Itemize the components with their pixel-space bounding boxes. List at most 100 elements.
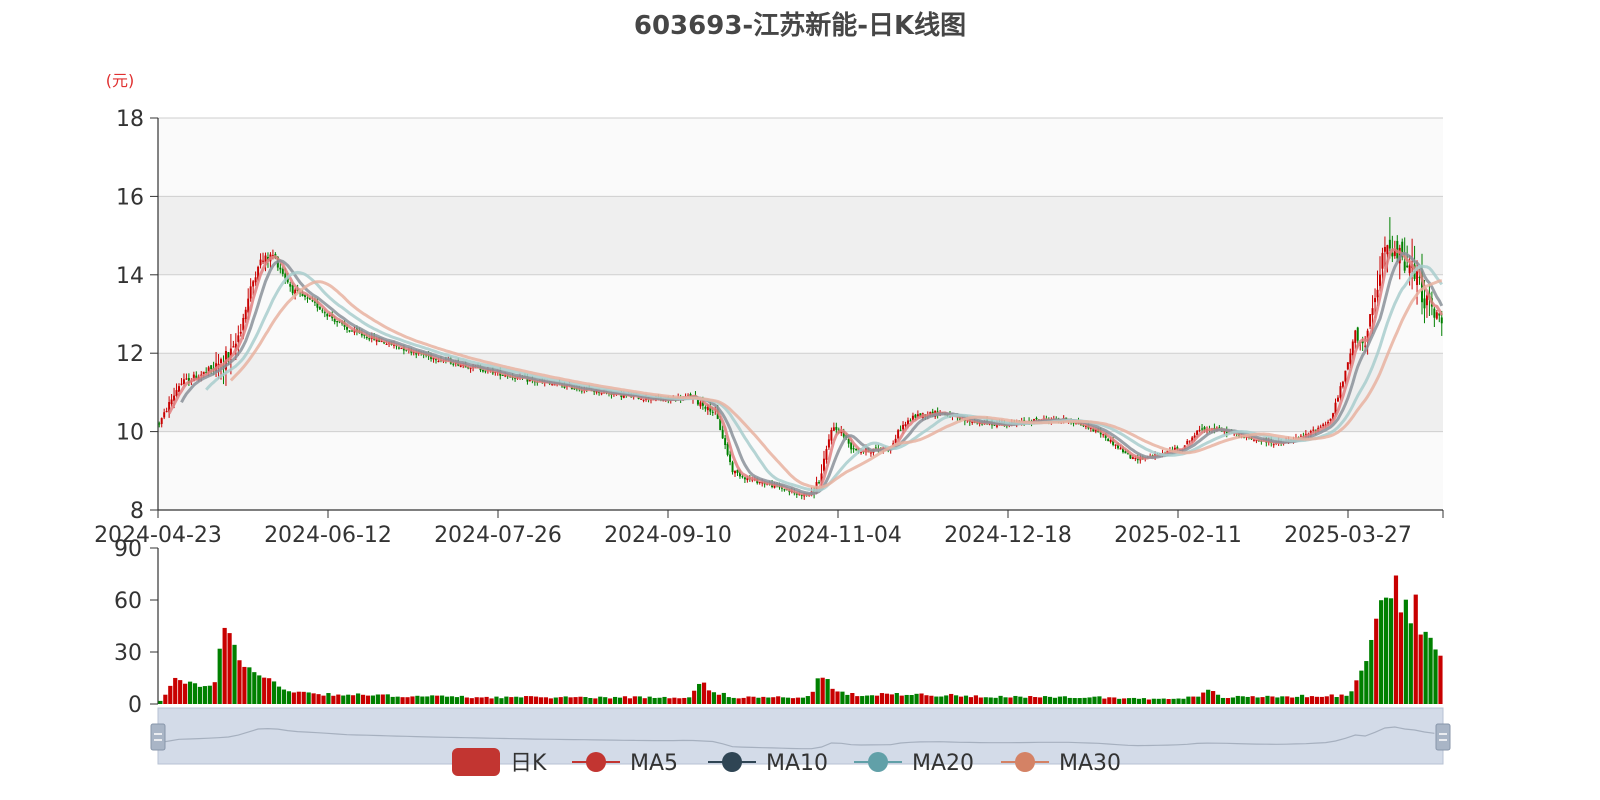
candle-body <box>385 344 388 346</box>
kline-chart: 603693-江苏新能-日K线图 (元) 81012141618 2024-04… <box>94 10 1451 776</box>
volume-bar <box>321 695 326 704</box>
volume-bar <box>904 694 909 704</box>
candle-body <box>306 297 309 299</box>
price-tick-label: 12 <box>116 342 144 367</box>
volume-bar <box>1171 698 1176 704</box>
volume-bar <box>217 648 222 704</box>
volume-bar <box>563 696 568 704</box>
volume-bar <box>1235 695 1240 704</box>
volume-bar <box>1047 696 1053 704</box>
candle-body <box>326 313 329 317</box>
price-axis: 8 10 12 14 16 18 <box>116 107 159 524</box>
legend-marker-icon <box>586 752 606 772</box>
candle-body <box>237 335 240 342</box>
volume-bar <box>716 694 721 704</box>
volume-bar <box>1383 597 1389 704</box>
candle-body <box>1425 295 1428 306</box>
slider-handle <box>1435 723 1451 751</box>
volume-bar <box>1013 695 1018 704</box>
candle-body <box>244 309 247 320</box>
price-tick-label: 18 <box>116 107 144 132</box>
legend-marker-icon <box>868 752 888 772</box>
volume-bar <box>237 660 242 704</box>
volume-bar <box>1403 599 1408 704</box>
candle-body <box>1440 317 1443 324</box>
candle-body <box>1272 444 1275 446</box>
candle-body <box>262 260 265 262</box>
volume-bar <box>351 695 356 704</box>
volume-bar <box>262 677 267 704</box>
candle-body <box>210 365 213 370</box>
candle-body <box>830 429 833 441</box>
volume-bar <box>1196 696 1201 704</box>
volume-bar <box>1364 661 1369 704</box>
volume-bar <box>504 696 509 704</box>
volume-bar <box>825 679 830 704</box>
volume-bar <box>1166 699 1171 704</box>
candle-body <box>726 443 729 455</box>
candle-body <box>721 429 724 439</box>
legend-marker-icon <box>722 752 742 772</box>
volume-bar <box>410 696 415 704</box>
volume-bar <box>766 697 771 704</box>
volume-bar <box>800 697 806 704</box>
volume-bar <box>1201 692 1206 704</box>
volume-bar <box>939 696 944 704</box>
volume-bar <box>711 692 717 704</box>
candle-body <box>914 414 917 418</box>
x-tick-label: 2024-09-10 <box>604 523 732 548</box>
volume-bar <box>687 697 692 704</box>
volume-bar <box>247 667 252 704</box>
candle-body <box>1102 434 1105 436</box>
volume-bar <box>958 696 964 704</box>
volume-bar <box>553 697 558 704</box>
candle-body <box>1386 245 1389 255</box>
volume-bar <box>474 697 479 704</box>
volume-bar <box>963 695 969 704</box>
volume-bar <box>968 697 974 704</box>
volume-bar <box>276 686 282 704</box>
volume-bar <box>1082 697 1087 704</box>
volume-bar <box>296 691 301 704</box>
volume-bar <box>1295 696 1300 704</box>
volume-bar <box>1408 623 1413 704</box>
volume-bar <box>1339 694 1344 704</box>
volume-bar <box>1107 697 1112 704</box>
volume-bar <box>158 700 163 704</box>
volume-tick-label: 30 <box>114 641 142 666</box>
volume-bar <box>573 697 578 704</box>
candle-body <box>1374 298 1377 303</box>
candle-body <box>852 448 855 450</box>
volume-bar <box>588 698 593 704</box>
volume-bar <box>1161 698 1166 704</box>
volume-bar <box>311 693 316 704</box>
candle-body <box>220 359 223 363</box>
candle-body <box>1356 327 1359 341</box>
volume-bar <box>1112 697 1117 704</box>
volume-bar <box>1136 698 1142 704</box>
candle-body <box>328 315 331 317</box>
volume-bar <box>701 682 707 704</box>
volume-bar <box>173 677 178 704</box>
volume-bar <box>489 698 494 704</box>
volume-bar <box>706 690 712 704</box>
candle-body <box>1201 428 1204 430</box>
volume-bar <box>538 697 544 704</box>
volume-bar <box>672 697 677 704</box>
volume-bar <box>889 694 894 704</box>
volume-bar <box>281 689 287 704</box>
volume-bar <box>1072 698 1077 704</box>
candle-body <box>1336 397 1339 402</box>
volume-bar <box>1033 697 1038 704</box>
legend-label: MA5 <box>630 751 678 776</box>
volume-bar <box>914 693 919 704</box>
volume-bar <box>850 693 855 704</box>
candle-body <box>699 402 702 407</box>
candle-body <box>279 267 282 270</box>
candle-body <box>1252 439 1255 441</box>
volume-bar <box>1428 637 1433 704</box>
candle-body <box>822 458 825 471</box>
price-unit-label: (元) <box>106 71 135 90</box>
volume-bar <box>608 698 613 704</box>
candle-body <box>1406 265 1409 268</box>
